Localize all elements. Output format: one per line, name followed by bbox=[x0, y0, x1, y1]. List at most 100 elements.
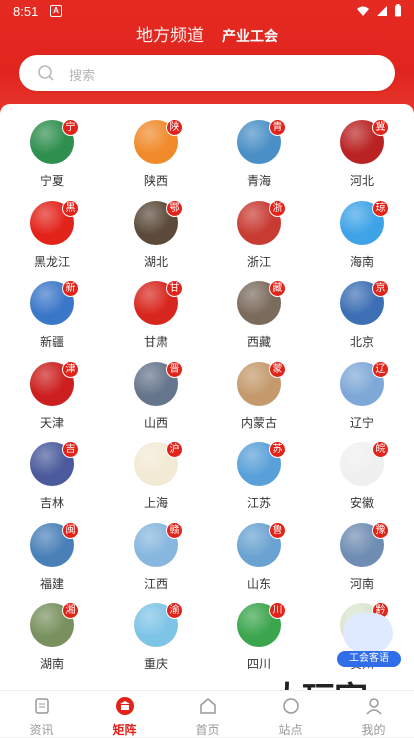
region-name: 西藏 bbox=[246, 335, 271, 349]
tab-local-channel[interactable]: 地方频道 bbox=[136, 26, 204, 46]
region-item[interactable]: 浙浙江 bbox=[207, 199, 311, 275]
region-name: 上海 bbox=[143, 496, 168, 510]
region-badge: 宁 bbox=[62, 119, 79, 136]
region-name: 吉林 bbox=[39, 496, 64, 510]
nav-matrix-label: 矩阵 bbox=[112, 723, 137, 737]
site-icon bbox=[282, 698, 299, 714]
tab-industry-union[interactable]: 产业工会 bbox=[222, 26, 278, 46]
region-item[interactable]: 京北京 bbox=[310, 280, 414, 355]
region-badge: 陕 bbox=[166, 119, 183, 136]
nav-home[interactable]: 首页 bbox=[166, 691, 249, 737]
region-badge: 皖 bbox=[372, 441, 389, 458]
region-panel: 宁宁夏陕陕西青青海冀河北黑黑龙江鄂湖北浙浙江琼海南新新疆甘甘肃藏西藏京北京津天津… bbox=[0, 104, 414, 690]
region-badge: 苏 bbox=[269, 441, 286, 458]
region-badge: 津 bbox=[62, 360, 79, 378]
region-badge: 吉 bbox=[62, 441, 79, 458]
region-badge: 甘 bbox=[166, 280, 183, 297]
home-icon bbox=[199, 698, 216, 714]
region-badge: 辽 bbox=[372, 360, 389, 378]
region-badge: 蒙 bbox=[269, 360, 286, 378]
region-name: 宁夏 bbox=[39, 174, 64, 188]
region-item[interactable]: 赣江西 bbox=[104, 521, 208, 597]
region-badge: 渝 bbox=[166, 602, 183, 619]
region-item[interactable]: 闽福建 bbox=[0, 521, 104, 597]
region-name: 河北 bbox=[349, 174, 374, 188]
channel-tabs: 地方频道 产业工会 bbox=[0, 26, 414, 46]
region-item[interactable]: 晋山西 bbox=[104, 360, 208, 436]
region-name: 甘肃 bbox=[143, 335, 168, 349]
region-badge: 闽 bbox=[62, 521, 79, 539]
nav-news[interactable]: 资讯 bbox=[0, 691, 83, 737]
bottom-nav: 资讯 矩阵 首页 站点 我的 bbox=[0, 690, 414, 737]
region-name: 陕西 bbox=[143, 174, 168, 188]
region-item[interactable]: 沪上海 bbox=[104, 441, 208, 516]
region-item[interactable]: 苏江苏 bbox=[207, 441, 311, 516]
region-name: 山东 bbox=[246, 576, 271, 591]
region-badge: 青 bbox=[269, 119, 286, 136]
region-item[interactable]: 津天津 bbox=[0, 360, 104, 436]
region-item[interactable]: 新新疆 bbox=[0, 280, 104, 355]
region-badge: 川 bbox=[269, 602, 286, 619]
region-name: 辽宁 bbox=[349, 415, 374, 430]
region-name: 新疆 bbox=[39, 335, 64, 349]
status-bar: 8:51 A bbox=[0, 0, 414, 24]
search-input[interactable]: 搜索 bbox=[69, 65, 95, 84]
region-name: 天津 bbox=[39, 415, 64, 430]
nav-news-label: 资讯 bbox=[29, 723, 54, 737]
region-badge: 赣 bbox=[166, 521, 183, 539]
region-badge: 京 bbox=[372, 280, 389, 297]
region-item[interactable]: 甘甘肃 bbox=[104, 280, 208, 355]
news-icon bbox=[34, 698, 49, 714]
region-name: 河南 bbox=[349, 576, 374, 591]
search-bar[interactable]: 搜索 bbox=[19, 55, 395, 91]
region-item[interactable]: 黑黑龙江 bbox=[0, 199, 104, 275]
region-name: 重庆 bbox=[143, 657, 168, 671]
status-icons bbox=[356, 4, 402, 17]
battery-icon bbox=[395, 4, 401, 17]
nav-profile[interactable]: 我的 bbox=[332, 691, 414, 737]
region-name: 北京 bbox=[349, 335, 374, 349]
assistant-avatar-icon bbox=[343, 613, 393, 653]
region-item[interactable]: 陕陕西 bbox=[104, 119, 208, 194]
region-name: 黑龙江 bbox=[33, 254, 70, 269]
nav-site-label: 站点 bbox=[278, 723, 303, 737]
region-badge: 鄂 bbox=[166, 199, 183, 217]
region-name: 海南 bbox=[349, 254, 374, 269]
region-item[interactable]: 辽辽宁 bbox=[310, 360, 414, 436]
status-time: 8:51 bbox=[13, 4, 39, 19]
region-badge: 豫 bbox=[372, 521, 389, 539]
nav-home-label: 首页 bbox=[195, 723, 220, 737]
region-item[interactable]: 吉吉林 bbox=[0, 441, 104, 516]
region-name: 湖南 bbox=[39, 657, 64, 671]
region-badge: 沪 bbox=[166, 441, 183, 458]
region-item[interactable]: 鄂湖北 bbox=[104, 199, 208, 275]
region-badge: 新 bbox=[62, 280, 79, 297]
region-item[interactable]: 渝重庆 bbox=[104, 602, 208, 677]
region-item[interactable]: 宁宁夏 bbox=[0, 119, 104, 194]
region-badge: 湘 bbox=[62, 602, 79, 619]
region-item[interactable]: 冀河北 bbox=[310, 119, 414, 194]
region-item[interactable]: 皖安徽 bbox=[310, 441, 414, 516]
region-item[interactable]: 鲁山东 bbox=[207, 521, 311, 597]
region-item[interactable]: 藏西藏 bbox=[207, 280, 311, 355]
region-badge: 冀 bbox=[372, 119, 389, 136]
region-badge: 黑 bbox=[62, 199, 79, 217]
nav-site[interactable]: 站点 bbox=[249, 691, 332, 737]
nav-profile-label: 我的 bbox=[361, 723, 386, 737]
region-item[interactable]: 青青海 bbox=[207, 119, 311, 194]
bank-icon bbox=[115, 697, 134, 715]
region-name: 内蒙古 bbox=[240, 415, 277, 430]
union-assistant-button[interactable]: 工会客语 bbox=[337, 613, 401, 669]
region-item[interactable]: 川四川 bbox=[207, 602, 311, 677]
region-item[interactable]: 豫河南 bbox=[310, 521, 414, 597]
region-item[interactable]: 蒙内蒙古 bbox=[207, 360, 311, 436]
region-name: 安徽 bbox=[349, 496, 374, 510]
region-name: 四川 bbox=[246, 657, 271, 671]
nav-matrix[interactable]: 矩阵 bbox=[83, 691, 166, 737]
region-badge: 琼 bbox=[372, 199, 389, 217]
region-name: 福建 bbox=[39, 576, 64, 591]
region-badge: 藏 bbox=[269, 280, 286, 297]
search-icon bbox=[38, 65, 54, 81]
region-item[interactable]: 琼海南 bbox=[310, 199, 414, 275]
region-item[interactable]: 湘湖南 bbox=[0, 602, 104, 677]
